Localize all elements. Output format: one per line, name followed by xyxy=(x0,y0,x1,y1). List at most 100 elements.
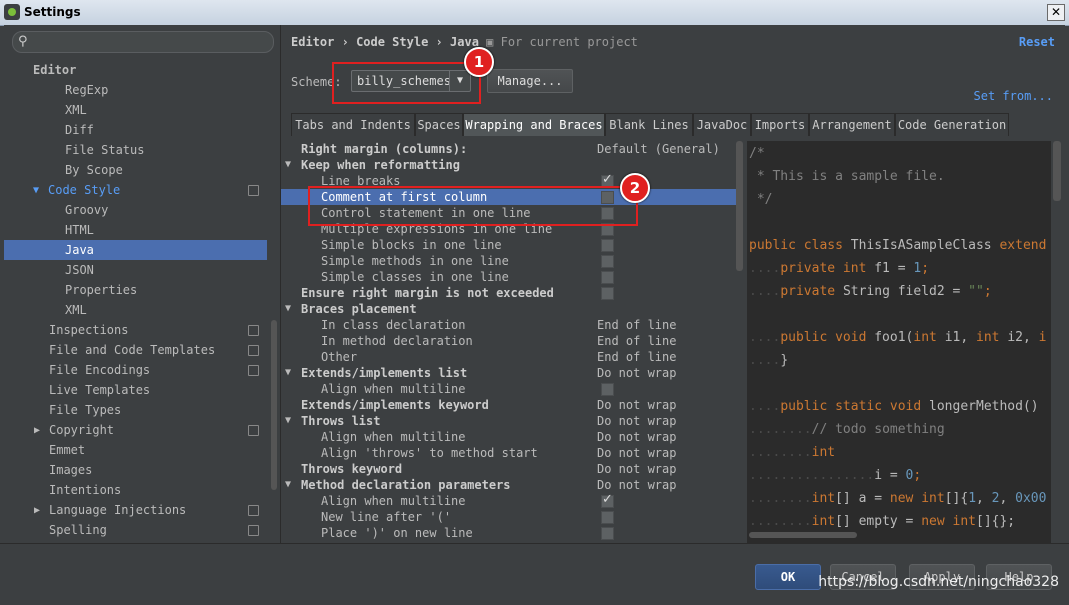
nav-item-live-templates[interactable]: Live Templates xyxy=(49,380,150,400)
nav-item-label: File and Code Templates xyxy=(49,343,216,357)
option-row[interactable]: Ensure right margin is not exceeded xyxy=(281,285,739,301)
nav-item-label: HTML xyxy=(65,223,94,237)
nav-item-images[interactable]: Images xyxy=(49,460,92,480)
option-row[interactable]: Throws keyword Do not wrap xyxy=(281,461,739,477)
option-row[interactable]: Other End of line xyxy=(281,349,739,365)
tab-arrangement[interactable]: Arrangement xyxy=(809,113,895,136)
ok-button[interactable]: OK xyxy=(755,564,821,590)
option-row[interactable]: Simple blocks in one line xyxy=(281,237,739,253)
nav-item-xml[interactable]: XML xyxy=(65,300,87,320)
nav-item-diff[interactable]: Diff xyxy=(65,120,94,140)
tab-tabs-and-indents[interactable]: Tabs and Indents xyxy=(291,113,415,136)
option-row[interactable]: In class declaration End of line xyxy=(281,317,739,333)
window-titlebar: Settings ✕ xyxy=(0,0,1069,26)
option-row[interactable]: Extends/implements keyword Do not wrap xyxy=(281,397,739,413)
option-value-select[interactable]: Do not wrap xyxy=(597,445,676,461)
project-scope-icon xyxy=(248,325,259,336)
tab-imports[interactable]: Imports xyxy=(751,113,809,136)
option-checkbox[interactable] xyxy=(601,255,614,268)
nav-item-label: File Types xyxy=(49,403,122,417)
tab-javadoc[interactable]: JavaDoc xyxy=(693,113,751,136)
option-value-select[interactable]: End of line xyxy=(597,333,676,349)
option-label: In class declaration xyxy=(321,318,466,332)
set-from-link[interactable]: Set from... xyxy=(974,89,1053,103)
nav-item-file-and-code-templates[interactable]: File and Code Templates xyxy=(49,340,215,360)
chevron-down-icon[interactable]: ▼ xyxy=(33,185,39,196)
nav-item-intentions[interactable]: Intentions xyxy=(49,480,121,500)
search-input[interactable]: ⚲ xyxy=(12,31,274,53)
option-checkbox[interactable] xyxy=(601,287,614,300)
option-checkbox[interactable] xyxy=(601,271,614,284)
option-row[interactable]: Align 'throws' to method start Do not wra… xyxy=(281,445,739,461)
tab-blank-lines[interactable]: Blank Lines xyxy=(605,113,693,136)
close-icon[interactable]: ✕ xyxy=(1047,4,1065,21)
manage-button[interactable]: Manage... xyxy=(487,69,573,93)
option-row[interactable]: Place ')' on new line xyxy=(281,525,739,541)
option-row[interactable]: Right margin (columns): Default (General) xyxy=(281,141,739,157)
nav-item-html[interactable]: HTML xyxy=(65,220,94,240)
option-row[interactable]: Simple methods in one line xyxy=(281,253,739,269)
code-line: ........int[] a = new int[]{1, 2, 0x00 xyxy=(749,491,1047,506)
nav-item-emmet[interactable]: Emmet xyxy=(49,440,85,460)
option-row[interactable]: ▼ Keep when reformatting xyxy=(281,157,739,173)
option-checkbox[interactable] xyxy=(601,527,614,540)
tab-code-generation[interactable]: Code Generation xyxy=(895,113,1009,136)
option-row[interactable]: Simple classes in one line xyxy=(281,269,739,285)
option-label: Extends/implements keyword xyxy=(301,398,489,412)
chevron-down-icon[interactable]: ▼ xyxy=(285,477,291,493)
option-checkbox[interactable] xyxy=(601,511,614,524)
option-value-select[interactable]: Do not wrap xyxy=(597,397,676,413)
preview-horizontal-scrollbar[interactable] xyxy=(749,532,857,538)
chevron-down-icon[interactable]: ▼ xyxy=(285,413,291,429)
annotation-badge-2: 2 xyxy=(620,173,650,203)
nav-item-inspections[interactable]: Inspections xyxy=(49,320,128,340)
option-value-select[interactable]: Do not wrap xyxy=(597,477,676,493)
option-row[interactable]: Align when multiline xyxy=(281,381,739,397)
nav-item-java[interactable]: Java xyxy=(4,240,267,260)
nav-item-groovy[interactable]: Groovy xyxy=(65,200,108,220)
nav-item-copyright[interactable]: Copyright xyxy=(49,420,114,440)
chevron-right-icon[interactable]: ▶ xyxy=(34,425,40,436)
option-label: In method declaration xyxy=(321,334,473,348)
nav-item-code-style[interactable]: Code Style xyxy=(48,180,120,200)
nav-scrollbar[interactable] xyxy=(271,320,277,490)
tab-spaces[interactable]: Spaces xyxy=(415,113,463,136)
chevron-right-icon[interactable]: ▶ xyxy=(34,505,40,516)
nav-item-file-status[interactable]: File Status xyxy=(65,140,144,160)
chevron-down-icon[interactable]: ▼ xyxy=(285,157,291,173)
option-value-select[interactable]: Do not wrap xyxy=(597,461,676,477)
option-checkbox[interactable] xyxy=(601,239,614,252)
nav-item-file-types[interactable]: File Types xyxy=(49,400,121,420)
nav-item-json[interactable]: JSON xyxy=(65,260,94,280)
reset-link[interactable]: Reset xyxy=(1019,35,1055,49)
nav-item-xml[interactable]: XML xyxy=(65,100,87,120)
chevron-down-icon[interactable]: ▼ xyxy=(285,301,291,317)
option-row[interactable]: Align when multiline Do not wrap xyxy=(281,429,739,445)
nav-item-by-scope[interactable]: By Scope xyxy=(65,160,123,180)
option-row[interactable]: In method declaration End of line xyxy=(281,333,739,349)
options-scrollbar[interactable] xyxy=(736,141,743,271)
nav-item-properties[interactable]: Properties xyxy=(65,280,137,300)
nav-item-editor[interactable]: Editor xyxy=(33,60,76,80)
option-row[interactable]: ▼ Braces placement xyxy=(281,301,739,317)
nav-item-regexp[interactable]: RegExp xyxy=(65,80,108,100)
option-value-select[interactable]: Default (General) xyxy=(597,141,720,157)
option-checkbox[interactable] xyxy=(601,383,614,396)
option-value-select[interactable]: Do not wrap xyxy=(597,365,676,381)
option-value-select[interactable]: End of line xyxy=(597,349,676,365)
nav-item-language-injections[interactable]: Language Injections xyxy=(49,500,186,520)
preview-vertical-scrollbar[interactable] xyxy=(1053,141,1061,201)
nav-item-spelling[interactable]: Spelling xyxy=(49,520,107,540)
nav-item-file-encodings[interactable]: File Encodings xyxy=(49,360,150,380)
option-row[interactable]: ▼ Extends/implements list Do not wrap xyxy=(281,365,739,381)
option-row[interactable]: ▼ Throws list Do not wrap xyxy=(281,413,739,429)
option-checkbox[interactable] xyxy=(601,492,614,508)
option-value-select[interactable]: End of line xyxy=(597,317,676,333)
option-value-select[interactable]: Do not wrap xyxy=(597,413,676,429)
option-row[interactable]: Align when multiline xyxy=(281,492,739,509)
option-row[interactable]: New line after '(' xyxy=(281,509,739,525)
chevron-down-icon[interactable]: ▼ xyxy=(285,365,291,381)
tab-wrapping-and-braces[interactable]: Wrapping and Braces xyxy=(463,113,605,136)
option-row[interactable]: ▼ Method declaration parameters Do not wra… xyxy=(281,477,739,493)
option-value-select[interactable]: Do not wrap xyxy=(597,429,676,445)
